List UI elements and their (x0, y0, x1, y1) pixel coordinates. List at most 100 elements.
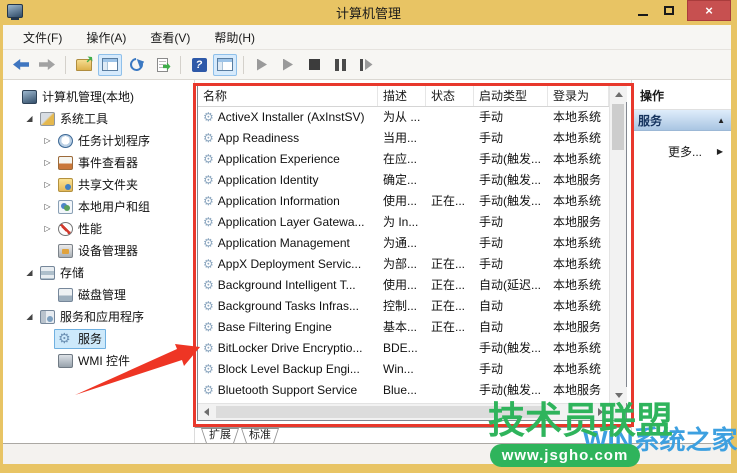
tree-item-services-apps[interactable]: ◢ 服务和应用程序 (3, 306, 194, 328)
scroll-left-button[interactable] (198, 404, 215, 420)
tree-item-performance[interactable]: ▷ 性能 (3, 218, 194, 240)
more-actions-arrow-icon: ▶ (717, 147, 723, 156)
horizontal-scrollbar[interactable] (198, 403, 609, 420)
table-row[interactable]: Bluetooth Support Service Blue... 手动(触发.… (198, 380, 609, 401)
table-row[interactable]: AppX Deployment Servic... 为部... 正在... 手动… (198, 254, 609, 275)
title-bar[interactable]: 计算机管理 × (0, 0, 737, 25)
tab-standard[interactable]: 标准 (241, 428, 279, 444)
vertical-scrollbar[interactable] (609, 86, 626, 403)
tree-expander-icon[interactable]: ◢ (23, 306, 36, 328)
tree-expander-icon[interactable]: ▷ (41, 218, 54, 240)
console-window-button[interactable] (98, 54, 122, 76)
table-row[interactable]: ActiveX Installer (AxInstSV) 为从 ... 手动 本… (198, 107, 609, 128)
more-actions-item[interactable]: 更多... ▶ (632, 143, 731, 160)
scroll-down-button[interactable] (610, 387, 627, 403)
collapse-section-icon[interactable]: ▲ (717, 116, 725, 125)
menu-help[interactable]: 帮助(H) (204, 26, 265, 49)
tree-item-icon (58, 178, 73, 192)
table-row[interactable]: Block Level Backup Engi... Win... 手动 本地系… (198, 359, 609, 380)
actions-section-services[interactable]: 服务 ▲ (632, 110, 731, 131)
table-row[interactable]: Application Management 为通... 手动 本地系统 (198, 233, 609, 254)
tree-expander-icon[interactable]: ◢ (23, 262, 36, 284)
export-list-button[interactable] (150, 54, 174, 76)
scroll-left-icon (204, 408, 209, 416)
column-header-status[interactable]: 状态 (426, 86, 474, 106)
minimize-button[interactable] (632, 0, 654, 21)
column-header-description[interactable]: 描述 (378, 86, 426, 106)
vertical-scroll-thumb[interactable] (612, 104, 624, 150)
menu-file[interactable]: 文件(F) (13, 26, 72, 49)
tree-item-users[interactable]: ▷ 本地用户和组 (3, 196, 194, 218)
service-rows: ActiveX Installer (AxInstSV) 为从 ... 手动 本… (198, 107, 609, 403)
services-list-pane: 名称 描述 状态 启动类型 登录为 ActiveX Installer (AxI… (195, 80, 631, 443)
horizontal-scroll-thumb[interactable] (216, 406, 546, 418)
services-list: 名称 描述 状态 启动类型 登录为 ActiveX Installer (AxI… (197, 85, 627, 421)
scroll-up-button[interactable] (610, 86, 627, 102)
help-icon (192, 58, 207, 72)
tab-extended[interactable]: 扩展 (201, 428, 239, 444)
stop-service-button[interactable] (302, 54, 326, 76)
tree-item-tools[interactable]: ◢ 系统工具 (3, 108, 194, 130)
close-button[interactable]: × (687, 0, 731, 21)
open-folder-button[interactable] (72, 54, 96, 76)
tree-item-services[interactable]: 服务 (3, 328, 194, 350)
resume-service-button[interactable] (276, 54, 300, 76)
restart-service-button[interactable] (354, 54, 378, 76)
tree-expander-icon[interactable]: ◢ (23, 108, 36, 130)
tree-item-icon (58, 200, 73, 214)
tree-item-disk-management[interactable]: 磁盘管理 (3, 284, 194, 306)
service-gear-icon (203, 194, 214, 208)
tree-expander-icon[interactable]: ▷ (41, 174, 54, 196)
table-row[interactable]: Background Intelligent T... 使用... 正在... … (198, 275, 609, 296)
more-actions-label: 更多... (668, 143, 717, 160)
tree-item-device-manager[interactable]: 设备管理器 (3, 240, 194, 262)
toggle-console-tree-button[interactable] (213, 54, 237, 76)
tree-expander-icon[interactable]: ▷ (41, 196, 54, 218)
service-gear-icon (203, 278, 214, 292)
column-header-name[interactable]: 名称 (198, 86, 378, 106)
tree-item-scheduler[interactable]: ▷ 任务计划程序 (3, 130, 194, 152)
service-gear-icon (203, 152, 214, 166)
menu-view[interactable]: 查看(V) (140, 26, 200, 49)
close-icon: × (705, 3, 713, 18)
table-row[interactable]: Base Filtering Engine 基本... 正在... 自动 本地服… (198, 317, 609, 338)
table-row[interactable]: Application Experience 在应... 手动(触发... 本地… (198, 149, 609, 170)
column-header-logon-as[interactable]: 登录为 (548, 86, 609, 106)
service-gear-icon (203, 362, 214, 376)
restart-service-icon (360, 59, 373, 71)
tree-item-storage[interactable]: ◢ 存储 (3, 262, 194, 284)
table-row[interactable]: Application Identity 确定... 手动(触发... 本地服务 (198, 170, 609, 191)
back-button[interactable] (9, 54, 33, 76)
start-service-button[interactable] (250, 54, 274, 76)
table-row[interactable]: Background Tasks Infras... 控制... 正在... 自… (198, 296, 609, 317)
pause-service-button[interactable] (328, 54, 352, 76)
tree-item-events[interactable]: ▷ 事件查看器 (3, 152, 194, 174)
menu-action[interactable]: 操作(A) (76, 26, 136, 49)
view-tab-row: 扩展 标准 (195, 427, 631, 444)
help-button[interactable] (187, 54, 211, 76)
tree-item-icon (58, 222, 73, 236)
toggle-console-tree-icon (217, 58, 233, 71)
table-row[interactable]: Application Information 使用... 正在... 手动(触… (198, 191, 609, 212)
column-header-startup-type[interactable]: 启动类型 (474, 86, 548, 106)
table-row[interactable]: App Readiness 当用... 手动 本地系统 (198, 128, 609, 149)
table-row[interactable]: BitLocker Drive Encryptio... BDE... 手动(触… (198, 338, 609, 359)
list-header: 名称 描述 状态 启动类型 登录为 (198, 86, 609, 107)
tree-expander-icon[interactable]: ▷ (41, 152, 54, 174)
tree-item-shared-folders[interactable]: ▷ 共享文件夹 (3, 174, 194, 196)
tree-item-icon (58, 244, 73, 258)
resume-service-icon (283, 59, 293, 71)
tree-expander-icon[interactable]: ▷ (41, 130, 54, 152)
service-gear-icon (203, 299, 214, 313)
actions-pane: 操作 服务 ▲ 更多... ▶ (631, 80, 731, 443)
refresh-button[interactable] (124, 54, 148, 76)
maximize-button[interactable] (658, 0, 680, 21)
scroll-down-icon (615, 393, 623, 398)
tree-item-computer[interactable]: 计算机管理(本地) (3, 86, 194, 108)
forward-button[interactable] (35, 54, 59, 76)
tree-item-wmi[interactable]: WMI 控件 (3, 350, 194, 372)
open-folder-icon (76, 59, 92, 71)
scroll-right-button[interactable] (592, 404, 609, 420)
table-row[interactable]: Application Layer Gatewa... 为 In... 手动 本… (198, 212, 609, 233)
service-gear-icon (203, 236, 214, 250)
